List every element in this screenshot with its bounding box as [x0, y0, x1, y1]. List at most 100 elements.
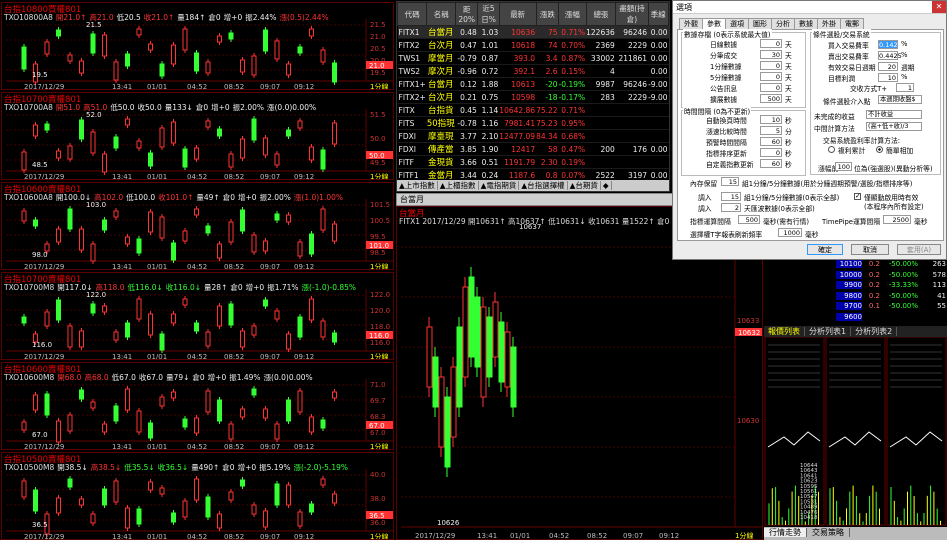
market-tab[interactable]: ▲台指選擇權: [519, 181, 568, 190]
quote-row[interactable]: TWS1 摩當月 -0.79 0.87 393.0 3.4 0.87% 33002 211861…: [397, 51, 669, 65]
market-tab[interactable]: ▲台期貨: [567, 181, 601, 190]
quote-row[interactable]: FITX 台指貨 0.45 1.14 10642.86 75.22 0.71%: [397, 103, 669, 117]
quote-row[interactable]: FITX1 台當月 0.48 1.03 10636 75 0.71% 122636 96246 0…: [397, 25, 669, 39]
quote-col-header[interactable]: 盡額(持倉): [615, 2, 649, 26]
compound-radio[interactable]: [828, 146, 835, 153]
ladder-row[interactable]: 9900 0.2 -33.33% 113: [836, 281, 947, 291]
quote-col-header[interactable]: 季線: [647, 2, 669, 26]
setting-input[interactable]: 60: [760, 137, 782, 146]
time-tick: 1分線: [370, 82, 388, 90]
quote-cell: 12417: [499, 142, 537, 156]
unfinished-select[interactable]: 不計收益: [866, 110, 922, 119]
cond-select[interactable]: 本週期收盤$: [878, 95, 922, 104]
quote-col-header[interactable]: 代碼: [397, 2, 428, 26]
setting-input[interactable]: 10: [760, 115, 782, 124]
quote-col-header[interactable]: 最新: [498, 2, 537, 26]
dialog-tab[interactable]: 選項: [725, 18, 749, 29]
market-tab[interactable]: ▲上市指數: [397, 181, 438, 190]
bottom-tab[interactable]: 交易策略: [807, 528, 850, 537]
mini-chart[interactable]: 台指10700賣權801 TXO10700M8 開117.0↓ 高118.0 低116.…: [1, 272, 394, 360]
mini-chart[interactable]: 台指10800買權801 TXO10800A8 開21.0↑ 高21.0 低20.5 收2…: [1, 2, 394, 90]
setting-input[interactable]: 0.1425: [878, 40, 902, 49]
bottom-tab[interactable]: 行情走勢: [764, 528, 807, 537]
ladder-row[interactable]: 9600: [836, 312, 947, 323]
setting-input[interactable]: 10: [878, 73, 898, 82]
mini-chart[interactable]: 台指10500賣權801 TXO10500M8 開38.5↓ 高38.5↓ 低35.5↓…: [1, 452, 394, 540]
apply-button[interactable]: 套用(A): [897, 244, 941, 255]
mem-input[interactable]: 15: [721, 177, 739, 186]
quote-cell: -0.19%: [558, 77, 587, 91]
lo-label: 116.0: [32, 341, 52, 349]
setting-input[interactable]: 0: [760, 39, 782, 48]
dialog-tab[interactable]: 電郵: [840, 18, 864, 29]
dialog-tab[interactable]: 外掛: [817, 18, 841, 29]
quote-row[interactable]: FITS 50指現 -0.78 1.16 7981.41 75.23 0.95%: [397, 116, 669, 130]
quote-row[interactable]: FITF 金現貨 3.66 0.51 1191.79 2.30 0.19%: [397, 155, 669, 169]
mini-chart[interactable]: 台指10600賣權801 TXO10600A8 開100.0↓ 高102.0 低100.…: [1, 182, 394, 270]
range-input[interactable]: 100: [835, 162, 852, 171]
big-chart-tab-title[interactable]: 台當月: [397, 195, 424, 204]
quote-row[interactable]: FDXI 摩臺現 3.77 2.10 12477.09 84.34 0.68%: [397, 129, 669, 143]
market-tabs: ▲上市指數 ▲上櫃指數 ▲電指期貨 ▲台指選擇權 ▲台期貨 ◆: [397, 180, 669, 191]
quote-col-header[interactable]: 漲跌: [535, 2, 560, 26]
mini-chart[interactable]: 台指10600賣權801 TXO10600M8 開68.0 高68.0 低67.0 收67…: [1, 362, 394, 450]
setting-input[interactable]: 0.4425: [878, 51, 902, 60]
time-tick: 13:41: [112, 443, 132, 450]
quote-cell: 283: [586, 90, 616, 104]
quote-row[interactable]: FITX2+ 台次月 0.21 0.75 10598 -18 -0.17% 283 2229 -9…: [397, 90, 669, 104]
setting-input[interactable]: 0: [760, 148, 782, 157]
quote-row[interactable]: TWS2 摩次月 -0.96 0.72 392.1 2.6 0.15% 4 0.00: [397, 64, 669, 78]
list-tab[interactable]: 報價列表: [764, 327, 805, 336]
dialog-tab[interactable]: 數據: [794, 18, 818, 29]
cancel-button[interactable]: 取消: [851, 244, 889, 255]
setting-input[interactable]: 0: [760, 83, 782, 92]
refresh-input[interactable]: 1000: [778, 228, 802, 237]
time-tick: 01/01: [147, 83, 167, 90]
quote-cell: [586, 103, 616, 117]
quote-cell: 1.03: [477, 25, 500, 39]
setting-input[interactable]: 0: [760, 72, 782, 81]
market-tab[interactable]: ▲上櫃指數: [437, 181, 479, 190]
simple-radio[interactable]: [876, 146, 883, 153]
ok-button[interactable]: 確定: [807, 244, 843, 255]
setting-input[interactable]: 0: [760, 61, 782, 70]
setting-input[interactable]: 500: [760, 94, 782, 103]
ladder-row[interactable]: 10000 0.2 -50.00% 578: [836, 270, 947, 281]
quote-cell: 1.16: [477, 116, 500, 130]
setting-input[interactable]: 20: [878, 62, 898, 71]
market-tab[interactable]: ◆: [600, 181, 612, 190]
ladder-cell: -33.33%: [888, 281, 918, 289]
dialog-tab[interactable]: 圖形: [748, 18, 772, 29]
enable-checkbox[interactable]: ✓: [854, 193, 861, 200]
quote-col-header[interactable]: 近5日%: [477, 2, 500, 26]
call1-input[interactable]: 15: [721, 192, 741, 201]
ladder-row[interactable]: 9700 0.1 -50.00% 55: [836, 302, 947, 312]
list-tab[interactable]: 分析列表2: [851, 327, 898, 336]
quote-cell: FITX2+: [397, 90, 427, 104]
trade-input[interactable]: 1: [896, 83, 914, 92]
list-tab[interactable]: 分析列表1: [805, 327, 852, 336]
market-tab[interactable]: ▲電指期貨: [478, 181, 520, 190]
setting-input[interactable]: 30: [760, 50, 782, 59]
quote-row[interactable]: FITX1+ 台當月 0.12 1.88 10613 -20 -0.19% 9987 96246…: [397, 77, 669, 91]
quote-col-header[interactable]: 名稱: [426, 2, 457, 26]
quote-row[interactable]: FDXI 傳產當 3.85 1.90 12417 58 0.47% 200 176 0.00: [397, 142, 669, 156]
quote-row[interactable]: FITX2 台次月 0.47 1.01 10618 74 0.70% 2369 2229 0.00: [397, 38, 669, 52]
close-icon[interactable]: ✕: [932, 1, 946, 13]
quote-col-header[interactable]: 漲幅: [558, 2, 587, 26]
pipe-input[interactable]: 2500: [883, 215, 911, 224]
mini-chart[interactable]: 台指10700賣權801 TXO10700A8 開51.0 高51.0 低50.0 收50…: [1, 92, 394, 180]
idx-input[interactable]: 500: [738, 215, 760, 224]
dialog-tab[interactable]: 外觀: [679, 18, 703, 29]
setting-input[interactable]: 5: [760, 126, 782, 135]
mid-calc-select[interactable]: (高+低+收)/3: [866, 122, 922, 131]
big-time-tick: 09:07: [623, 532, 643, 540]
setting-input[interactable]: 60: [760, 159, 782, 168]
ladder-row[interactable]: 10100 0.2 -50.00% 263: [836, 260, 947, 270]
quote-col-header[interactable]: 距20%: [455, 2, 479, 26]
time-tick: 13:41: [112, 533, 132, 540]
dialog-tab[interactable]: 分析: [771, 18, 795, 29]
ladder-row[interactable]: 9800 0.2 -50.00% 41: [836, 291, 947, 302]
call2-input[interactable]: 2: [721, 203, 741, 212]
quote-col-header[interactable]: 總張: [585, 2, 617, 26]
